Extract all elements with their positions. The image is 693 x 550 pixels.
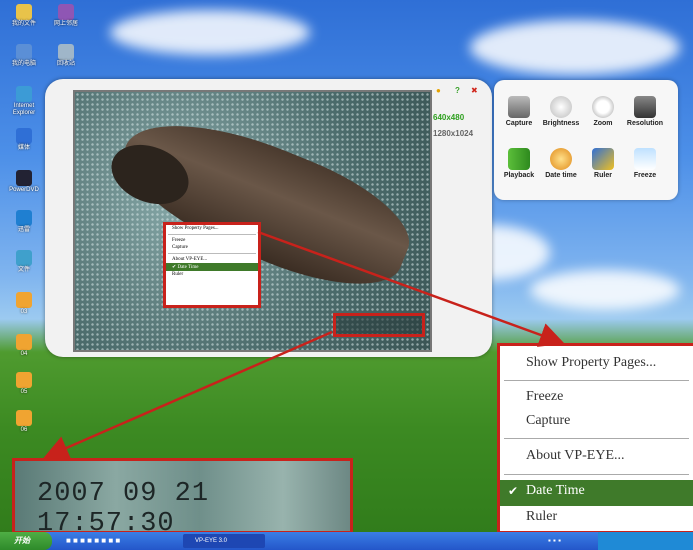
start-button[interactable]: 开始 xyxy=(0,532,52,550)
annotation-arrows xyxy=(43,230,565,460)
arrow-timestamp xyxy=(43,330,333,460)
quick-launch-icons[interactable]: ■ ■ ■ ■ ■ ■ ■ ■ xyxy=(66,536,120,545)
taskbar-item-vp-eye[interactable]: VP-EYE 3.0 xyxy=(183,534,265,548)
taskbar: 开始 ■ ■ ■ ■ ■ ■ ■ ■ VP-EYE 3.0 ▪ ▪ ▪ xyxy=(0,532,693,550)
tray-icons[interactable]: ▪ ▪ ▪ xyxy=(548,536,561,545)
arrow-menu xyxy=(257,230,565,347)
system-tray[interactable] xyxy=(598,532,693,550)
